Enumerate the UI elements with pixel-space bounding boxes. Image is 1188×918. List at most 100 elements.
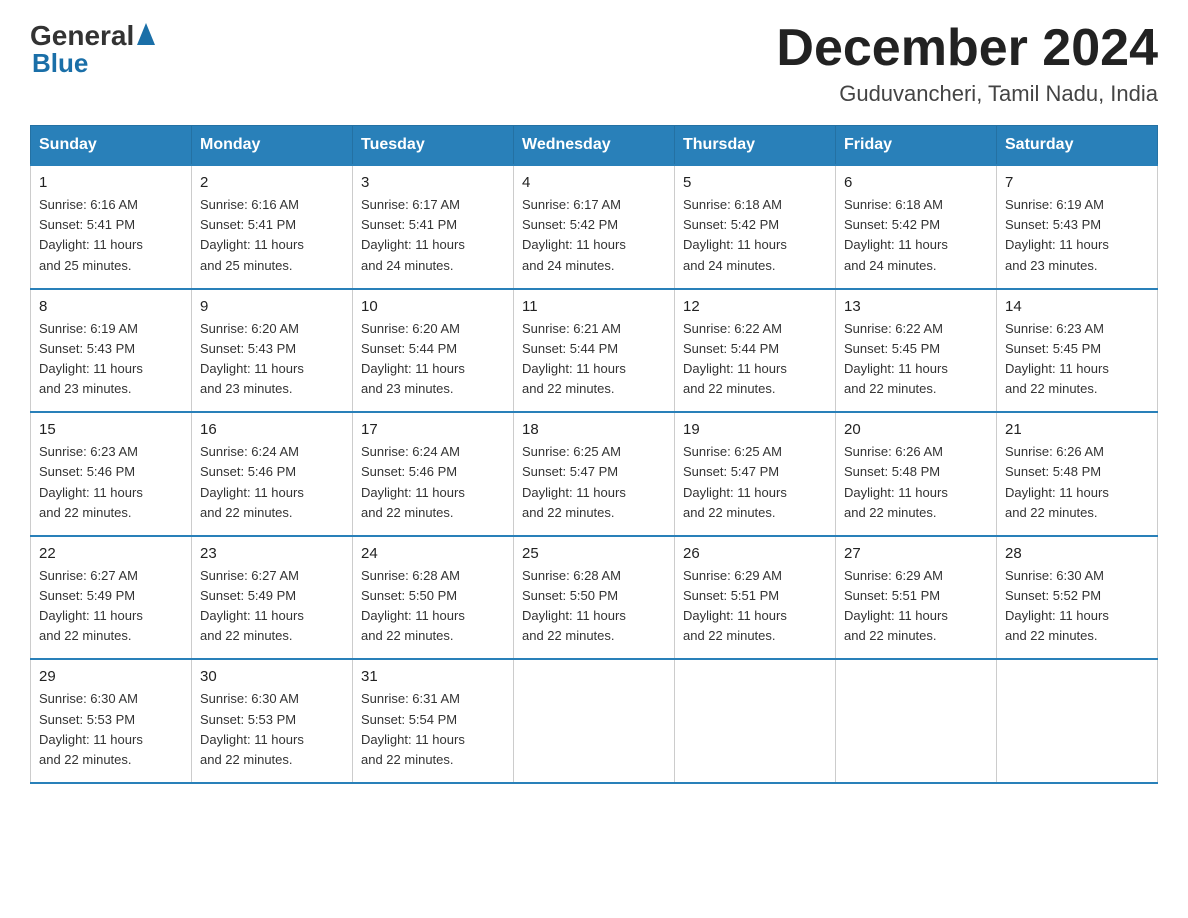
- day-info: Sunrise: 6:17 AMSunset: 5:41 PMDaylight:…: [361, 195, 505, 276]
- calendar-cell: [997, 659, 1158, 783]
- day-info: Sunrise: 6:29 AMSunset: 5:51 PMDaylight:…: [683, 566, 827, 647]
- calendar-cell: 11Sunrise: 6:21 AMSunset: 5:44 PMDayligh…: [514, 289, 675, 413]
- day-number: 2: [200, 174, 344, 191]
- day-info: Sunrise: 6:23 AMSunset: 5:46 PMDaylight:…: [39, 442, 183, 523]
- calendar-cell: 12 Sunrise: 6:22 AMSunset: 5:44 PMDayligh…: [675, 289, 836, 413]
- day-info: Sunrise: 6:30 AMSunset: 5:53 PMDaylight:…: [200, 689, 344, 770]
- day-number: 5: [683, 174, 827, 191]
- day-info: Sunrise: 6:29 AMSunset: 5:51 PMDaylight:…: [844, 566, 988, 647]
- day-info: Sunrise: 6:19 AMSunset: 5:43 PMDaylight:…: [1005, 195, 1149, 276]
- day-info: Sunrise: 6:26 AMSunset: 5:48 PMDaylight:…: [844, 442, 988, 523]
- week-row-3: 15 Sunrise: 6:23 AMSunset: 5:46 PMDayligh…: [31, 412, 1158, 536]
- calendar-cell: 7Sunrise: 6:19 AMSunset: 5:43 PMDaylight…: [997, 165, 1158, 289]
- day-number: 14: [1005, 298, 1149, 315]
- day-number: 24: [361, 545, 505, 562]
- week-row-1: 1Sunrise: 6:16 AMSunset: 5:41 PMDaylight…: [31, 165, 1158, 289]
- day-info: Sunrise: 6:22 AMSunset: 5:44 PMDaylight:…: [683, 319, 827, 400]
- day-info: Sunrise: 6:31 AMSunset: 5:54 PMDaylight:…: [361, 689, 505, 770]
- calendar-table: SundayMondayTuesdayWednesdayThursdayFrid…: [30, 125, 1158, 784]
- day-number: 15: [39, 421, 183, 438]
- calendar-cell: 19 Sunrise: 6:25 AMSunset: 5:47 PMDayligh…: [675, 412, 836, 536]
- calendar-cell: 1Sunrise: 6:16 AMSunset: 5:41 PMDaylight…: [31, 165, 192, 289]
- logo-blue-text: Blue: [32, 48, 88, 79]
- calendar-cell: 22Sunrise: 6:27 AMSunset: 5:49 PMDayligh…: [31, 536, 192, 660]
- day-header-tuesday: Tuesday: [353, 126, 514, 166]
- day-number: 12: [683, 298, 827, 315]
- calendar-cell: 10 Sunrise: 6:20 AMSunset: 5:44 PMDayligh…: [353, 289, 514, 413]
- day-info: Sunrise: 6:25 AMSunset: 5:47 PMDaylight:…: [683, 442, 827, 523]
- calendar-cell: 21Sunrise: 6:26 AMSunset: 5:48 PMDayligh…: [997, 412, 1158, 536]
- week-row-4: 22 Sunrise: 6:27 AMSunset: 5:49 PMDayligh…: [31, 536, 1158, 660]
- day-number: 3: [361, 174, 505, 191]
- day-info: Sunrise: 6:28 AMSunset: 5:50 PMDaylight:…: [522, 566, 666, 647]
- day-number: 29: [39, 668, 183, 685]
- calendar-cell: 28Sunrise: 6:30 AMSunset: 5:52 PMDayligh…: [997, 536, 1158, 660]
- day-info: Sunrise: 6:20 AMSunset: 5:44 PMDaylight:…: [361, 319, 505, 400]
- day-number: 23: [200, 545, 344, 562]
- day-number: 20: [844, 421, 988, 438]
- day-info: Sunrise: 6:26 AMSunset: 5:48 PMDaylight:…: [1005, 442, 1149, 523]
- day-number: 10: [361, 298, 505, 315]
- logo-triangle-icon: [137, 23, 155, 50]
- day-info: Sunrise: 6:23 AMSunset: 5:45 PMDaylight:…: [1005, 319, 1149, 400]
- day-number: 28: [1005, 545, 1149, 562]
- calendar-cell: 27 Sunrise: 6:29 AMSunset: 5:51 PMDayligh…: [836, 536, 997, 660]
- calendar-cell: [514, 659, 675, 783]
- logo: General Blue: [30, 20, 155, 79]
- calendar-cell: 15 Sunrise: 6:23 AMSunset: 5:46 PMDayligh…: [31, 412, 192, 536]
- calendar-cell: 17 Sunrise: 6:24 AMSunset: 5:46 PMDayligh…: [353, 412, 514, 536]
- day-number: 8: [39, 298, 183, 315]
- day-info: Sunrise: 6:16 AMSunset: 5:41 PMDaylight:…: [200, 195, 344, 276]
- calendar-cell: 16 Sunrise: 6:24 AMSunset: 5:46 PMDayligh…: [192, 412, 353, 536]
- day-number: 4: [522, 174, 666, 191]
- calendar-cell: 9 Sunrise: 6:20 AMSunset: 5:43 PMDaylight…: [192, 289, 353, 413]
- calendar-cell: 4Sunrise: 6:17 AMSunset: 5:42 PMDaylight…: [514, 165, 675, 289]
- day-info: Sunrise: 6:30 AMSunset: 5:53 PMDaylight:…: [39, 689, 183, 770]
- calendar-cell: 24 Sunrise: 6:28 AMSunset: 5:50 PMDayligh…: [353, 536, 514, 660]
- day-info: Sunrise: 6:24 AMSunset: 5:46 PMDaylight:…: [200, 442, 344, 523]
- day-info: Sunrise: 6:16 AMSunset: 5:41 PMDaylight:…: [39, 195, 183, 276]
- day-number: 9: [200, 298, 344, 315]
- day-info: Sunrise: 6:21 AMSunset: 5:44 PMDaylight:…: [522, 319, 666, 400]
- calendar-cell: 26 Sunrise: 6:29 AMSunset: 5:51 PMDayligh…: [675, 536, 836, 660]
- day-number: 16: [200, 421, 344, 438]
- calendar-cell: 14 Sunrise: 6:23 AMSunset: 5:45 PMDayligh…: [997, 289, 1158, 413]
- day-number: 26: [683, 545, 827, 562]
- calendar-cell: 8Sunrise: 6:19 AMSunset: 5:43 PMDaylight…: [31, 289, 192, 413]
- day-number: 27: [844, 545, 988, 562]
- calendar-cell: [675, 659, 836, 783]
- day-info: Sunrise: 6:27 AMSunset: 5:49 PMDaylight:…: [200, 566, 344, 647]
- day-info: Sunrise: 6:24 AMSunset: 5:46 PMDaylight:…: [361, 442, 505, 523]
- days-header-row: SundayMondayTuesdayWednesdayThursdayFrid…: [31, 126, 1158, 166]
- day-header-wednesday: Wednesday: [514, 126, 675, 166]
- day-number: 22: [39, 545, 183, 562]
- day-info: Sunrise: 6:22 AMSunset: 5:45 PMDaylight:…: [844, 319, 988, 400]
- day-number: 17: [361, 421, 505, 438]
- day-number: 19: [683, 421, 827, 438]
- calendar-cell: 29 Sunrise: 6:30 AMSunset: 5:53 PMDayligh…: [31, 659, 192, 783]
- day-number: 6: [844, 174, 988, 191]
- week-row-5: 29 Sunrise: 6:30 AMSunset: 5:53 PMDayligh…: [31, 659, 1158, 783]
- day-number: 30: [200, 668, 344, 685]
- calendar-cell: 23 Sunrise: 6:27 AMSunset: 5:49 PMDayligh…: [192, 536, 353, 660]
- day-header-sunday: Sunday: [31, 126, 192, 166]
- calendar-cell: 3 Sunrise: 6:17 AMSunset: 5:41 PMDaylight…: [353, 165, 514, 289]
- day-header-friday: Friday: [836, 126, 997, 166]
- calendar-cell: 13 Sunrise: 6:22 AMSunset: 5:45 PMDayligh…: [836, 289, 997, 413]
- day-header-saturday: Saturday: [997, 126, 1158, 166]
- calendar-cell: 30 Sunrise: 6:30 AMSunset: 5:53 PMDayligh…: [192, 659, 353, 783]
- calendar-cell: 20 Sunrise: 6:26 AMSunset: 5:48 PMDayligh…: [836, 412, 997, 536]
- title-area: December 2024 Guduvancheri, Tamil Nadu, …: [776, 20, 1158, 107]
- calendar-cell: [836, 659, 997, 783]
- day-number: 18: [522, 421, 666, 438]
- header: General Blue December 2024 Guduvancheri,…: [30, 20, 1158, 107]
- day-number: 25: [522, 545, 666, 562]
- location-subtitle: Guduvancheri, Tamil Nadu, India: [776, 81, 1158, 107]
- day-info: Sunrise: 6:20 AMSunset: 5:43 PMDaylight:…: [200, 319, 344, 400]
- day-header-monday: Monday: [192, 126, 353, 166]
- calendar-cell: 5Sunrise: 6:18 AMSunset: 5:42 PMDaylight…: [675, 165, 836, 289]
- day-info: Sunrise: 6:28 AMSunset: 5:50 PMDaylight:…: [361, 566, 505, 647]
- calendar-cell: 18Sunrise: 6:25 AMSunset: 5:47 PMDayligh…: [514, 412, 675, 536]
- day-number: 13: [844, 298, 988, 315]
- day-info: Sunrise: 6:18 AMSunset: 5:42 PMDaylight:…: [844, 195, 988, 276]
